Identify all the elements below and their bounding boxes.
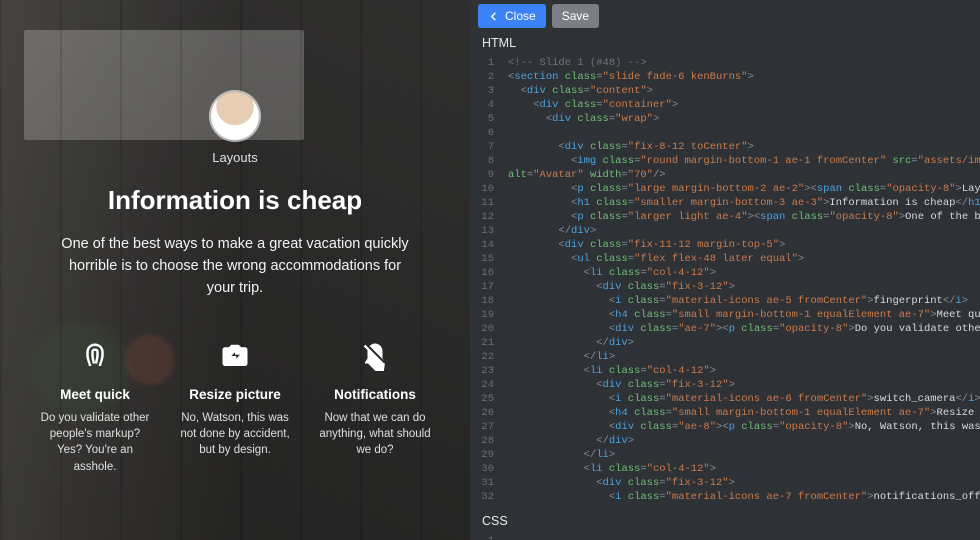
feature-body: Now that we can do anything, what should… <box>316 410 434 458</box>
editor-toolbar: Close Save <box>470 0 980 32</box>
fingerprint-icon <box>78 339 112 373</box>
app-root: Layouts Information is cheap One of the … <box>0 0 980 540</box>
editor-panel: Close Save HTML 123456789101112131415161… <box>470 0 980 540</box>
slide-preview: Layouts Information is cheap One of the … <box>0 0 470 540</box>
feature-body: No, Watson, this was not done by acciden… <box>176 410 294 458</box>
line-gutter: 1 <box>470 534 502 540</box>
feature-body: Do you validate other people's markup? Y… <box>36 410 154 474</box>
code-body[interactable] <box>508 534 980 540</box>
feature-heading: Resize picture <box>189 387 281 402</box>
section-label-css: CSS <box>470 510 980 530</box>
switch-camera-icon <box>218 339 252 373</box>
close-button-label: Close <box>505 9 536 23</box>
feature-heading: Meet quick <box>60 387 130 402</box>
line-gutter: 1234567891011121314151617181920212223242… <box>470 56 502 504</box>
code-editor-css[interactable]: 1 <box>470 530 980 540</box>
feature-item: Meet quick Do you validate other people'… <box>36 339 154 474</box>
code-editor-html[interactable]: 1234567891011121314151617181920212223242… <box>470 52 980 510</box>
avatar <box>211 92 259 140</box>
save-button-label: Save <box>562 9 589 23</box>
preview-content: Layouts Information is cheap One of the … <box>0 0 470 475</box>
feature-item: Resize picture No, Watson, this was not … <box>176 339 294 474</box>
close-button[interactable]: Close <box>478 4 546 28</box>
preview-title: Information is cheap <box>108 185 362 216</box>
chevron-left-icon <box>488 11 499 22</box>
save-button[interactable]: Save <box>552 4 599 28</box>
feature-row: Meet quick Do you validate other people'… <box>36 339 434 474</box>
avatar-label: Layouts <box>212 150 258 165</box>
notifications-off-icon <box>358 339 392 373</box>
section-label-html: HTML <box>470 32 980 52</box>
feature-heading: Notifications <box>334 387 416 402</box>
code-body[interactable]: <!-- Slide 1 (#48) --> <section class="s… <box>508 56 980 504</box>
feature-item: Notifications Now that we can do anythin… <box>316 339 434 474</box>
preview-subtitle: One of the best ways to make a great vac… <box>55 234 415 299</box>
